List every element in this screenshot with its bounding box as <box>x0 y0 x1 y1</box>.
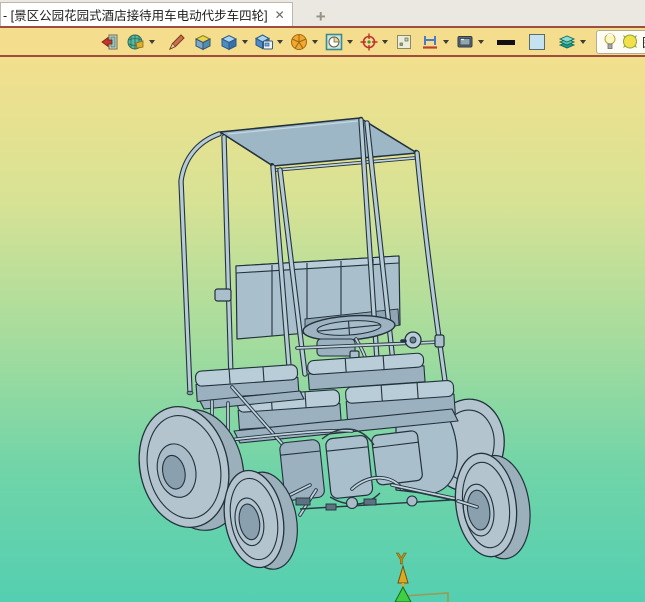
tab-bar: - [景区公园花园式酒店接待用车电动代步车四轮] ✕ + <box>0 0 645 28</box>
document-tab-title: - [景区公园花园式酒店接待用车电动代步车四轮] <box>3 9 268 23</box>
axis-y-label: Y <box>396 551 407 568</box>
viewport-canvas[interactable]: Y <box>0 57 645 602</box>
axis-y-arrow-icon <box>397 564 409 584</box>
tab-close-icon[interactable]: ✕ <box>275 8 285 22</box>
render-material-icon[interactable] <box>124 30 157 54</box>
model-scene[interactable]: Y <box>0 57 645 602</box>
dropdown-arrow-icon <box>312 39 318 44</box>
document-tab[interactable]: - [景区公园花园式酒店接待用车电动代步车四轮] ✕ <box>0 2 293 26</box>
display-icon[interactable] <box>453 30 486 54</box>
small-panel-icon[interactable] <box>392 30 416 54</box>
orange-wheel-icon[interactable] <box>287 30 320 54</box>
axis-indicator: Y <box>394 551 449 602</box>
dropdown-arrow-icon <box>347 39 353 44</box>
section-view-icon[interactable] <box>322 30 355 54</box>
new-tab-button[interactable]: + <box>306 7 336 26</box>
dropdown-arrow-icon <box>443 39 449 44</box>
battery-boxes[interactable] <box>279 428 423 505</box>
shaded-cube-icon[interactable] <box>217 30 250 54</box>
color-swatch-icon[interactable] <box>525 30 549 54</box>
dropdown-arrow-icon <box>478 39 484 44</box>
toolbar: 图层 <box>0 28 645 57</box>
dropdown-arrow-icon <box>149 39 155 44</box>
line-width-icon[interactable] <box>493 30 519 54</box>
dropdown-arrow-icon <box>277 39 283 44</box>
dropdown-arrow-icon <box>242 39 248 44</box>
measure-icon[interactable] <box>418 30 451 54</box>
cube-window-icon[interactable] <box>252 30 285 54</box>
dropdown-arrow-icon <box>382 39 388 44</box>
stylus-icon[interactable] <box>165 30 189 54</box>
layer-toolbar-group: 图层 <box>596 29 645 54</box>
exit-icon[interactable] <box>98 30 122 54</box>
light-circle-icon[interactable] <box>621 32 639 51</box>
dropdown-arrow-icon <box>580 39 586 44</box>
light-bulb-icon[interactable] <box>602 32 618 51</box>
target-icon[interactable] <box>357 30 390 54</box>
cart-canopy[interactable] <box>219 116 419 172</box>
axis-origin-cone-icon <box>394 585 412 602</box>
layers-stack-icon[interactable] <box>555 30 588 54</box>
box-lid-icon[interactable] <box>191 30 215 54</box>
